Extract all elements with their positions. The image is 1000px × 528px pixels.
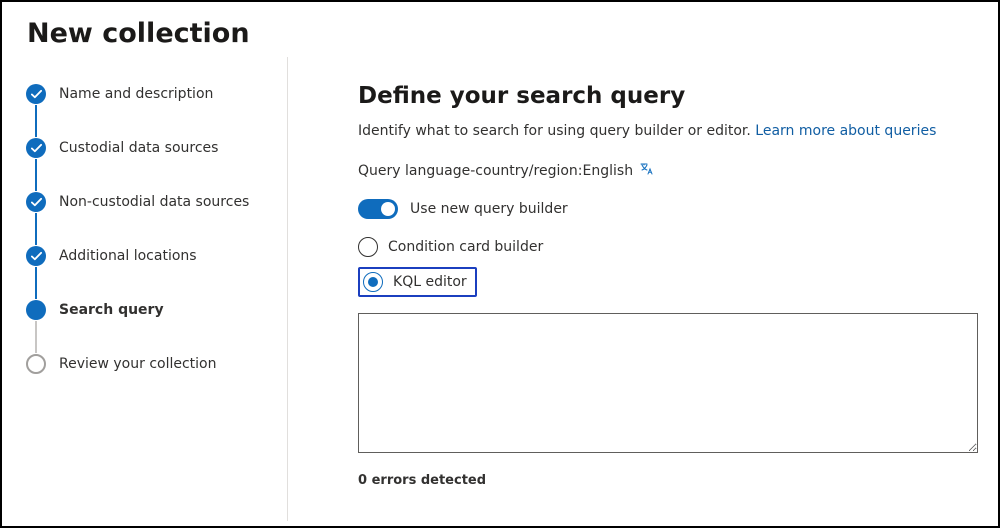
step-current-icon xyxy=(26,300,46,320)
errors-detected-text: 0 errors detected xyxy=(358,473,968,488)
description-text: Identify what to search for using query … xyxy=(358,123,755,139)
radio-icon xyxy=(358,237,378,257)
step-done-icon xyxy=(26,246,46,266)
step-custodial-sources[interactable]: Custodial data sources xyxy=(26,137,267,159)
step-done-icon xyxy=(26,192,46,212)
query-language-row: Query language-country/region: English xyxy=(358,161,968,181)
toggle-label: Use new query builder xyxy=(410,201,568,217)
use-new-query-builder-row: Use new query builder xyxy=(358,199,968,219)
step-label: Name and description xyxy=(59,86,213,102)
step-label: Review your collection xyxy=(59,356,217,372)
radio-icon xyxy=(363,272,383,292)
step-name-description[interactable]: Name and description xyxy=(26,83,267,105)
step-pending-icon xyxy=(26,354,46,374)
step-additional-locations[interactable]: Additional locations xyxy=(26,245,267,267)
step-label: Additional locations xyxy=(59,248,197,264)
step-search-query[interactable]: Search query xyxy=(26,299,267,321)
option-condition-builder[interactable]: Condition card builder xyxy=(358,237,968,257)
page-title: New collection xyxy=(2,2,998,57)
radio-label: Condition card builder xyxy=(388,239,543,255)
radio-label: KQL editor xyxy=(393,274,467,290)
body-row: Name and description Custodial data sour… xyxy=(2,57,998,521)
language-value: English xyxy=(583,163,634,179)
section-heading: Define your search query xyxy=(358,83,968,109)
step-noncustodial-sources[interactable]: Non-custodial data sources xyxy=(26,191,267,213)
translate-icon[interactable] xyxy=(633,161,655,181)
language-label: Query language-country/region: xyxy=(358,163,582,179)
step-done-icon xyxy=(26,138,46,158)
kql-editor-highlight: KQL editor xyxy=(358,267,477,297)
step-review-collection[interactable]: Review your collection xyxy=(26,353,267,375)
main-panel: Define your search query Identify what t… xyxy=(288,57,998,521)
step-label: Non-custodial data sources xyxy=(59,194,249,210)
wizard-stepper: Name and description Custodial data sour… xyxy=(2,57,288,521)
step-label: Custodial data sources xyxy=(59,140,218,156)
kql-editor-textarea[interactable] xyxy=(358,313,978,453)
use-new-query-builder-toggle[interactable] xyxy=(358,199,398,219)
wizard-frame: New collection Name and description Cust… xyxy=(0,0,1000,528)
step-done-icon xyxy=(26,84,46,104)
section-description: Identify what to search for using query … xyxy=(358,123,968,139)
learn-more-link[interactable]: Learn more about queries xyxy=(755,123,936,139)
step-label: Search query xyxy=(59,302,164,318)
option-kql-editor[interactable]: KQL editor xyxy=(363,272,467,292)
